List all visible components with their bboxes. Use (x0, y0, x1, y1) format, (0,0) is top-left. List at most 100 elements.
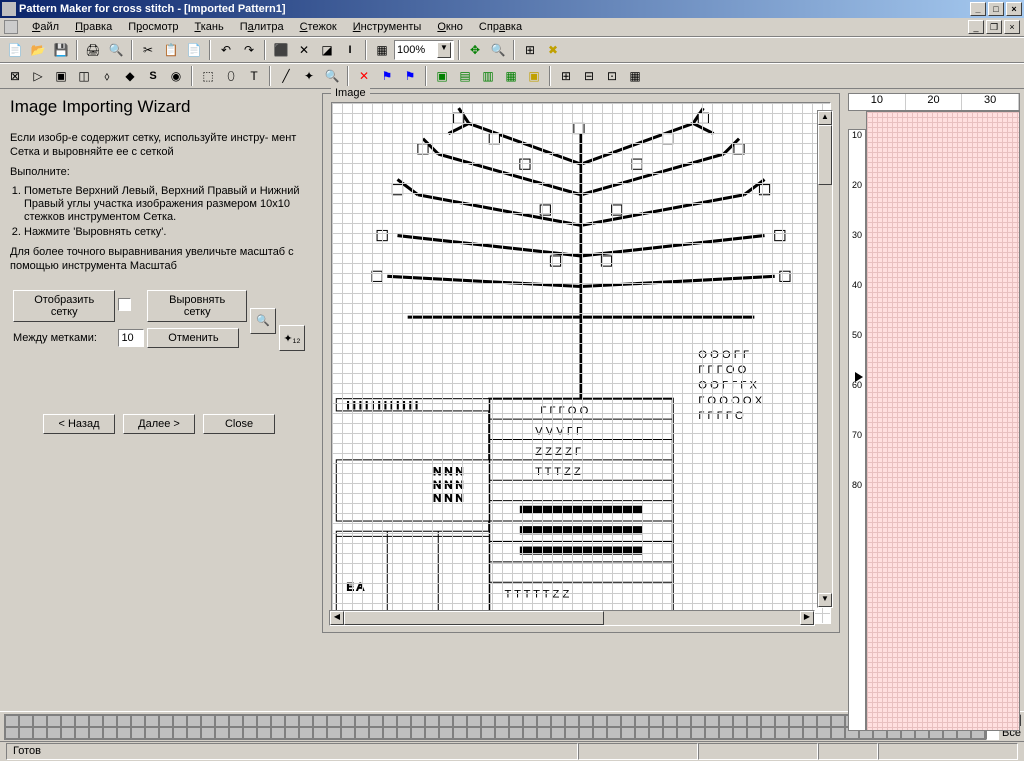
grid3-button[interactable]: ⊞ (555, 65, 577, 87)
next-button[interactable]: Далее > (123, 414, 195, 434)
green-b-button[interactable]: ▤ (454, 65, 476, 87)
palette-cell[interactable] (481, 715, 495, 727)
zoom-dropdown-icon[interactable]: ▼ (437, 42, 451, 58)
palette-cell[interactable] (509, 715, 523, 727)
palette-cell[interactable] (761, 715, 775, 727)
palette-cell[interactable] (173, 727, 187, 739)
palette-cell[interactable] (803, 727, 817, 739)
line-tool-button[interactable]: ╱ (275, 65, 297, 87)
grid-button[interactable]: ⊞ (519, 39, 541, 61)
half-icon[interactable]: ◪ (316, 39, 338, 61)
palette-cell[interactable] (271, 715, 285, 727)
palette-cell[interactable] (229, 727, 243, 739)
palette-cell[interactable] (705, 715, 719, 727)
zoom2-button[interactable]: 🔍 (321, 65, 343, 87)
tool-s[interactable]: S (142, 65, 164, 87)
palette-cell[interactable] (523, 727, 537, 739)
image-scrollbar-v[interactable]: ▲ ▼ (817, 110, 833, 608)
palette-cell[interactable] (89, 715, 103, 727)
palette-cell[interactable] (537, 727, 551, 739)
green-a-button[interactable]: ▣ (431, 65, 453, 87)
palette-cell[interactable] (243, 727, 257, 739)
menu-help[interactable]: Справка (471, 19, 530, 35)
palette-cell[interactable] (593, 715, 607, 727)
palette-cell[interactable] (397, 715, 411, 727)
between-marks-input[interactable] (118, 329, 144, 347)
palette-cell[interactable] (705, 727, 719, 739)
palette-cell[interactable] (369, 727, 383, 739)
cut-button[interactable]: ✂ (137, 39, 159, 61)
palette-cell[interactable] (719, 715, 733, 727)
palette-cell[interactable] (733, 715, 747, 727)
image-scrollbar-h[interactable]: ◀ ▶ (329, 610, 815, 626)
save-button[interactable]: 💾 (50, 39, 72, 61)
palette-cell[interactable] (103, 715, 117, 727)
palette-cell[interactable] (89, 727, 103, 739)
corners-button[interactable]: ✦₁₂ (279, 325, 305, 351)
palette-cell[interactable] (187, 727, 201, 739)
mdi-close-button[interactable]: × (1004, 20, 1020, 34)
palette-cell[interactable] (649, 727, 663, 739)
palette-cell[interactable] (341, 715, 355, 727)
palette-cell[interactable] (495, 715, 509, 727)
palette-cell[interactable] (159, 715, 173, 727)
grid6-button[interactable]: ▦ (624, 65, 646, 87)
palette-cell[interactable] (747, 727, 761, 739)
palette-cell[interactable] (775, 715, 789, 727)
grid5-button[interactable]: ⊡ (601, 65, 623, 87)
menu-fabric[interactable]: Ткань (186, 19, 231, 35)
scroll-left-icon[interactable]: ◀ (330, 611, 344, 625)
menu-stitch[interactable]: Стежок (292, 19, 345, 35)
palette-cell[interactable] (397, 727, 411, 739)
scroll-thumb-v[interactable] (818, 125, 832, 185)
palette-cell[interactable] (439, 715, 453, 727)
palette-cell[interactable] (537, 715, 551, 727)
palette-cell[interactable] (579, 727, 593, 739)
palette-cell[interactable] (425, 727, 439, 739)
palette-cell[interactable] (271, 727, 285, 739)
palette-cell[interactable] (495, 727, 509, 739)
palette-cell[interactable] (173, 715, 187, 727)
palette-cell[interactable] (621, 727, 635, 739)
zoom-combo[interactable]: 100% ▼ (394, 40, 454, 60)
grid-toggle-button[interactable]: ▦ (371, 39, 393, 61)
palette-cell[interactable] (747, 715, 761, 727)
palette-cell[interactable] (285, 727, 299, 739)
palette-cell[interactable] (243, 715, 257, 727)
ruler-button[interactable]: ✖ (542, 39, 564, 61)
palette-cell[interactable] (663, 727, 677, 739)
show-grid-checkbox[interactable] (118, 298, 131, 311)
palette-cell[interactable] (733, 727, 747, 739)
palette-cell[interactable] (117, 727, 131, 739)
cancel-button[interactable]: Отменить (147, 328, 239, 348)
mdi-minimize-button[interactable]: _ (968, 20, 984, 34)
palette-cell[interactable] (663, 715, 677, 727)
palette-cell[interactable] (313, 727, 327, 739)
back-button[interactable]: < Назад (43, 414, 115, 434)
palette-cell[interactable] (803, 715, 817, 727)
image-canvas[interactable]: Г Г Г O O V V V Г Г Z Z Z Z Г T T T Z Z … (331, 102, 831, 624)
select-free-button[interactable]: ⬯ (220, 65, 242, 87)
blue-flag2-button[interactable]: ⚑ (399, 65, 421, 87)
palette-cell[interactable] (677, 727, 691, 739)
tool-4[interactable]: ◫ (73, 65, 95, 87)
palette-cells[interactable] (4, 714, 986, 740)
preview-button[interactable]: 🔍 (105, 39, 127, 61)
menu-tools[interactable]: Инструменты (345, 19, 430, 35)
palette-cell[interactable] (47, 727, 61, 739)
palette-cell[interactable] (355, 727, 369, 739)
palette-cell[interactable] (19, 715, 33, 727)
palette-cell[interactable] (103, 727, 117, 739)
green-c-button[interactable]: ▥ (477, 65, 499, 87)
palette-cell[interactable] (215, 727, 229, 739)
palette-cell[interactable] (453, 727, 467, 739)
palette-cell[interactable] (607, 727, 621, 739)
palette-cell[interactable] (201, 715, 215, 727)
palette-cell[interactable] (33, 715, 47, 727)
red-x-button[interactable]: ✕ (353, 65, 375, 87)
menu-window[interactable]: Окно (429, 19, 471, 35)
fit-button[interactable]: ✥ (464, 39, 486, 61)
palette-cell[interactable] (369, 715, 383, 727)
palette-cell[interactable] (145, 715, 159, 727)
palette-cell[interactable] (775, 727, 789, 739)
